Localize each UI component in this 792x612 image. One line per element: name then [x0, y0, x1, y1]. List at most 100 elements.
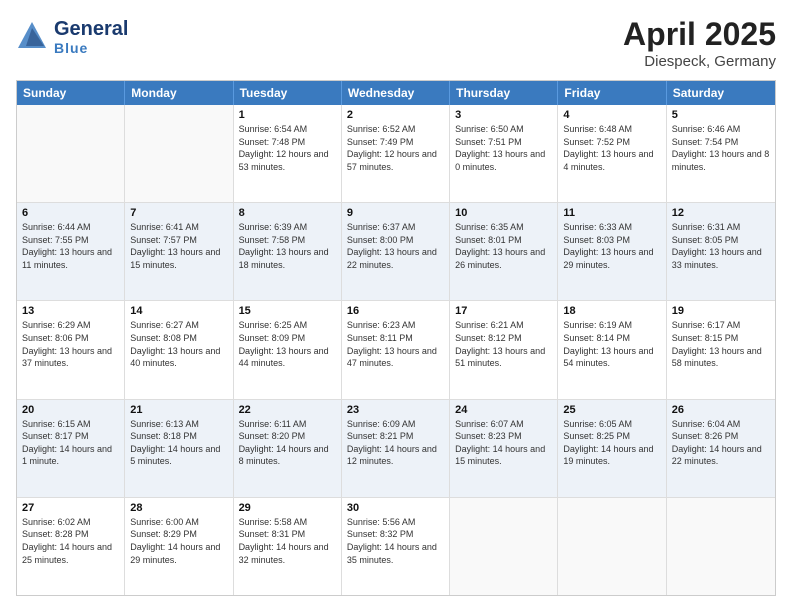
cal-cell: 11Sunrise: 6:33 AM Sunset: 8:03 PM Dayli…: [558, 203, 666, 300]
header-thursday: Thursday: [450, 81, 558, 105]
cell-detail: Sunrise: 6:04 AM Sunset: 8:26 PM Dayligh…: [672, 418, 770, 468]
week-row-1: 1Sunrise: 6:54 AM Sunset: 7:48 PM Daylig…: [17, 105, 775, 203]
cal-cell: 30 Sunrise: 5:56 AM Sunset: 8:32 PM Dayli…: [342, 498, 450, 595]
week-row-3: 13 Sunrise: 6:29 AM Sunset: 8:06 PM Dayli…: [17, 301, 775, 399]
cal-cell: 3 Sunrise: 6:50 AM Sunset: 7:51 PM Daylig…: [450, 105, 558, 202]
day-number: 16: [347, 305, 444, 317]
day-number: 3: [455, 109, 552, 121]
logo: GeneralGeneral Blue: [16, 16, 128, 57]
cell-detail: Sunrise: 6:13 AM Sunset: 8:18 PM Dayligh…: [130, 418, 227, 468]
cell-detail: Sunrise: 6:46 AM Sunset: 7:54 PM Dayligh…: [672, 123, 770, 173]
cell-detail: Sunrise: 6:35 AM Sunset: 8:01 PM Dayligh…: [455, 221, 552, 271]
cal-cell: [450, 498, 558, 595]
cal-cell: 4 Sunrise: 6:48 AM Sunset: 7:52 PM Daylig…: [558, 105, 666, 202]
cal-cell: 29Sunrise: 5:58 AM Sunset: 8:31 PM Dayli…: [234, 498, 342, 595]
day-number: 24: [455, 404, 552, 416]
cell-detail: Sunrise: 6:21 AM Sunset: 8:12 PM Dayligh…: [455, 319, 552, 369]
day-number: 14: [130, 305, 227, 317]
cal-cell: 20Sunrise: 6:15 AM Sunset: 8:17 PM Dayli…: [17, 400, 125, 497]
day-number: 6: [22, 207, 119, 219]
cal-cell: [125, 105, 233, 202]
day-number: 9: [347, 207, 444, 219]
cell-detail: Sunrise: 6:11 AM Sunset: 8:20 PM Dayligh…: [239, 418, 336, 468]
day-number: 17: [455, 305, 552, 317]
week-row-5: 27 Sunrise: 6:02 AM Sunset: 8:28 PM Dayli…: [17, 498, 775, 595]
page: GeneralGeneral Blue April 2025 Diespeck,…: [0, 0, 792, 612]
week-row-4: 20Sunrise: 6:15 AM Sunset: 8:17 PM Dayli…: [17, 400, 775, 498]
cell-detail: Sunrise: 6:15 AM Sunset: 8:17 PM Dayligh…: [22, 418, 119, 468]
day-number: 15: [239, 305, 336, 317]
day-number: 4: [563, 109, 660, 121]
day-number: 10: [455, 207, 552, 219]
cal-cell: 26 Sunrise: 6:04 AM Sunset: 8:26 PM Dayli…: [667, 400, 775, 497]
cal-cell: 6 Sunrise: 6:44 AM Sunset: 7:55 PM Daylig…: [17, 203, 125, 300]
header-wednesday: Wednesday: [342, 81, 450, 105]
day-number: 8: [239, 207, 336, 219]
day-number: 7: [130, 207, 227, 219]
day-number: 26: [672, 404, 770, 416]
cell-detail: Sunrise: 6:27 AM Sunset: 8:08 PM Dayligh…: [130, 319, 227, 369]
cal-cell: 19Sunrise: 6:17 AM Sunset: 8:15 PM Dayli…: [667, 301, 775, 398]
calendar-body: 1Sunrise: 6:54 AM Sunset: 7:48 PM Daylig…: [17, 105, 775, 595]
day-number: 27: [22, 502, 119, 514]
cal-cell: [667, 498, 775, 595]
cell-detail: Sunrise: 6:23 AM Sunset: 8:11 PM Dayligh…: [347, 319, 444, 369]
day-number: 23: [347, 404, 444, 416]
cell-detail: Sunrise: 6:07 AM Sunset: 8:23 PM Dayligh…: [455, 418, 552, 468]
day-number: 25: [563, 404, 660, 416]
cell-detail: Sunrise: 6:05 AM Sunset: 8:25 PM Dayligh…: [563, 418, 660, 468]
day-number: 19: [672, 305, 770, 317]
cal-cell: 5 Sunrise: 6:46 AM Sunset: 7:54 PM Daylig…: [667, 105, 775, 202]
calendar: Sunday Monday Tuesday Wednesday Thursday…: [16, 80, 776, 596]
cell-detail: Sunrise: 6:44 AM Sunset: 7:55 PM Dayligh…: [22, 221, 119, 271]
cal-cell: 13 Sunrise: 6:29 AM Sunset: 8:06 PM Dayli…: [17, 301, 125, 398]
location: Diespeck, Germany: [623, 53, 776, 70]
cell-detail: Sunrise: 6:02 AM Sunset: 8:28 PM Dayligh…: [22, 516, 119, 566]
day-number: 28: [130, 502, 227, 514]
cell-detail: Sunrise: 6:50 AM Sunset: 7:51 PM Dayligh…: [455, 123, 552, 173]
cal-cell: 10 Sunrise: 6:35 AM Sunset: 8:01 PM Dayli…: [450, 203, 558, 300]
cell-detail: Sunrise: 6:48 AM Sunset: 7:52 PM Dayligh…: [563, 123, 660, 173]
month-title: April 2025: [623, 16, 776, 53]
cal-cell: 24 Sunrise: 6:07 AM Sunset: 8:23 PM Dayli…: [450, 400, 558, 497]
day-number: 5: [672, 109, 770, 121]
header: GeneralGeneral Blue April 2025 Diespeck,…: [16, 16, 776, 70]
cell-detail: Sunrise: 6:54 AM Sunset: 7:48 PM Dayligh…: [239, 123, 336, 173]
cell-detail: Sunrise: 6:25 AM Sunset: 8:09 PM Dayligh…: [239, 319, 336, 369]
cal-cell: 12 Sunrise: 6:31 AM Sunset: 8:05 PM Dayli…: [667, 203, 775, 300]
cell-detail: Sunrise: 6:41 AM Sunset: 7:57 PM Dayligh…: [130, 221, 227, 271]
logo-blue-text: Blue: [54, 40, 128, 56]
day-number: 11: [563, 207, 660, 219]
cal-cell: 27 Sunrise: 6:02 AM Sunset: 8:28 PM Dayli…: [17, 498, 125, 595]
header-saturday: Saturday: [667, 81, 775, 105]
cal-cell: 16 Sunrise: 6:23 AM Sunset: 8:11 PM Dayli…: [342, 301, 450, 398]
header-tuesday: Tuesday: [234, 81, 342, 105]
cal-cell: 17 Sunrise: 6:21 AM Sunset: 8:12 PM Dayli…: [450, 301, 558, 398]
day-number: 2: [347, 109, 444, 121]
cal-cell: 25 Sunrise: 6:05 AM Sunset: 8:25 PM Dayli…: [558, 400, 666, 497]
logo-text: GeneralGeneral Blue: [54, 18, 128, 56]
cal-cell: 21 Sunrise: 6:13 AM Sunset: 8:18 PM Dayli…: [125, 400, 233, 497]
cal-cell: 14 Sunrise: 6:27 AM Sunset: 8:08 PM Dayli…: [125, 301, 233, 398]
cell-detail: Sunrise: 5:56 AM Sunset: 8:32 PM Dayligh…: [347, 516, 444, 566]
cal-cell: 8Sunrise: 6:39 AM Sunset: 7:58 PM Daylig…: [234, 203, 342, 300]
cal-cell: 2 Sunrise: 6:52 AM Sunset: 7:49 PM Daylig…: [342, 105, 450, 202]
cell-detail: Sunrise: 6:19 AM Sunset: 8:14 PM Dayligh…: [563, 319, 660, 369]
day-number: 18: [563, 305, 660, 317]
day-number: 21: [130, 404, 227, 416]
day-number: 29: [239, 502, 336, 514]
header-sunday: Sunday: [17, 81, 125, 105]
week-row-2: 6 Sunrise: 6:44 AM Sunset: 7:55 PM Daylig…: [17, 203, 775, 301]
day-number: 12: [672, 207, 770, 219]
cell-detail: Sunrise: 6:52 AM Sunset: 7:49 PM Dayligh…: [347, 123, 444, 173]
cell-detail: Sunrise: 6:09 AM Sunset: 8:21 PM Dayligh…: [347, 418, 444, 468]
day-number: 30: [347, 502, 444, 514]
cal-cell: 15 Sunrise: 6:25 AM Sunset: 8:09 PM Dayli…: [234, 301, 342, 398]
title-block: April 2025 Diespeck, Germany: [623, 16, 776, 70]
day-number: 13: [22, 305, 119, 317]
calendar-header: Sunday Monday Tuesday Wednesday Thursday…: [17, 81, 775, 105]
cal-cell: 23 Sunrise: 6:09 AM Sunset: 8:21 PM Dayli…: [342, 400, 450, 497]
cell-detail: Sunrise: 6:29 AM Sunset: 8:06 PM Dayligh…: [22, 319, 119, 369]
cell-detail: Sunrise: 6:31 AM Sunset: 8:05 PM Dayligh…: [672, 221, 770, 271]
cal-cell: 22Sunrise: 6:11 AM Sunset: 8:20 PM Dayli…: [234, 400, 342, 497]
